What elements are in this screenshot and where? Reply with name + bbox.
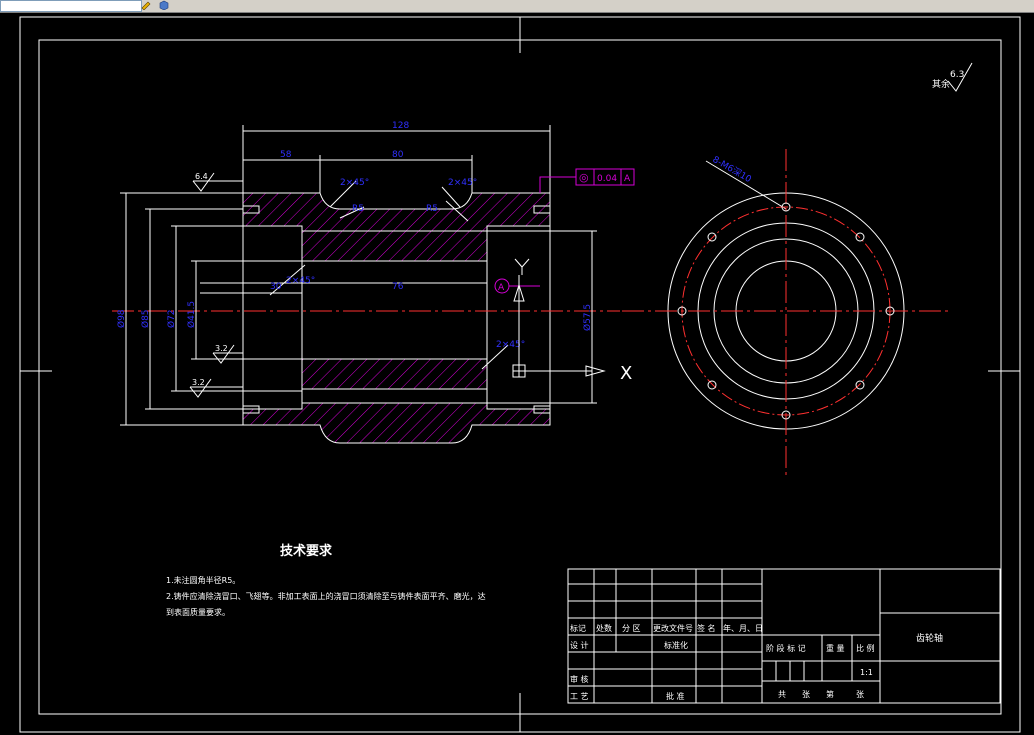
tb-sheet2: 张 [856, 690, 864, 699]
tolerance-symbol: ◎ [579, 171, 589, 184]
roughness-r2: 3.2 [215, 344, 228, 353]
dim-dia-98: Ø98 [116, 309, 127, 328]
roughness-r3: 3.2 [192, 378, 205, 387]
note-line-1: 1.未注圆角半径R5。 [166, 575, 240, 585]
tb-review: 审 核 [570, 674, 589, 684]
dim-dia-85: Ø85 [140, 309, 151, 328]
technical-notes: 技术要求 1.未注圆角半径R5。 2.铸件应清除浇冒口、飞翅等。非加工表面上的浇… [166, 543, 486, 617]
tb-page: 第 [826, 689, 834, 699]
application-toolbar [0, 0, 1034, 13]
tb-sheets: 张 [802, 690, 810, 699]
dim-len-left: 58 [280, 150, 292, 160]
tolerance-value: 0.04 [597, 174, 617, 184]
tolerance-datum: A [624, 174, 631, 184]
notes-title: 技术要求 [280, 543, 333, 559]
dim-inner-a: 30 [270, 282, 282, 292]
roughness-corner-value: 6.3 [950, 70, 964, 80]
sheet-border [19, 16, 1021, 733]
geometric-tolerance-frame: ◎ 0.04 A [539, 168, 635, 193]
tb-h-date: 年、月、日 [723, 623, 763, 633]
datum-label: A [498, 283, 505, 293]
tb-h-count: 处数 [596, 623, 612, 633]
tb-standard: 标准化 [664, 640, 688, 650]
dim-dia-57-5: Ø57.5 [582, 304, 593, 331]
dim-overall-length: 128 [392, 121, 409, 131]
tb-scale-value: 1:1 [860, 668, 873, 677]
command-input[interactable] [0, 0, 142, 12]
tb-h-mark: 标记 [570, 623, 586, 633]
side-view: 8-M6深10 [622, 149, 950, 475]
tb-approve: 批 准 [666, 691, 685, 701]
tb-total: 共 [778, 690, 786, 699]
tb-weight: 重 量 [826, 643, 845, 653]
dim-chamfer-c: 2×45° [286, 276, 315, 286]
dim-dia-41-5: Ø41.5 [186, 301, 197, 328]
tb-stage: 阶 段 标 记 [766, 643, 806, 653]
roughness-r1: 6.4 [195, 172, 208, 181]
note-line-2: 2.铸件应清除浇冒口、飞翅等。非加工表面上的浇冒口须清除至与铸件表面平齐、磨光，… [166, 591, 486, 601]
tb-h-sign: 签 名 [697, 623, 716, 633]
dim-chamfer-d: 2×45° [496, 340, 525, 350]
bolt-hole-note: 8-M6深10 [711, 154, 754, 185]
dim-chamfer-b: 2×45° [448, 178, 477, 188]
dim-inner-b: 76 [392, 282, 404, 292]
tb-process: 工 艺 [570, 692, 589, 701]
front-view: 128 58 80 76 30 2×45° R5 2×45° R5 2×45° … [112, 121, 787, 444]
axis-x-label: X [620, 363, 632, 384]
dim-radius-a: R5 [352, 204, 364, 214]
roughness-corner-symbol: 其余 6.3 [932, 62, 973, 92]
roughness-corner-prefix: 其余 [932, 78, 950, 90]
tb-part-name: 齿轮轴 [916, 632, 943, 644]
tb-design: 设 计 [570, 640, 589, 650]
cad-drawing-canvas[interactable]: 其余 6.3 128 58 80 76 30 2×45° R5 2×45° R5… [0, 13, 1034, 735]
cube-icon[interactable] [158, 0, 170, 10]
tb-h-zone: 分 区 [622, 624, 641, 633]
dim-chamfer-a: 2×45° [340, 178, 369, 188]
tb-h-doc: 更改文件号 [653, 623, 693, 633]
pencil-icon[interactable] [140, 0, 152, 10]
dim-dia-72: Ø72 [166, 309, 177, 328]
dim-radius-b: R5 [426, 204, 438, 214]
tb-scale: 比 例 [856, 643, 875, 653]
roughness-symbols [189, 172, 243, 398]
note-line-3: 到表面质量要求。 [166, 607, 230, 617]
dim-len-mid: 80 [392, 150, 404, 160]
